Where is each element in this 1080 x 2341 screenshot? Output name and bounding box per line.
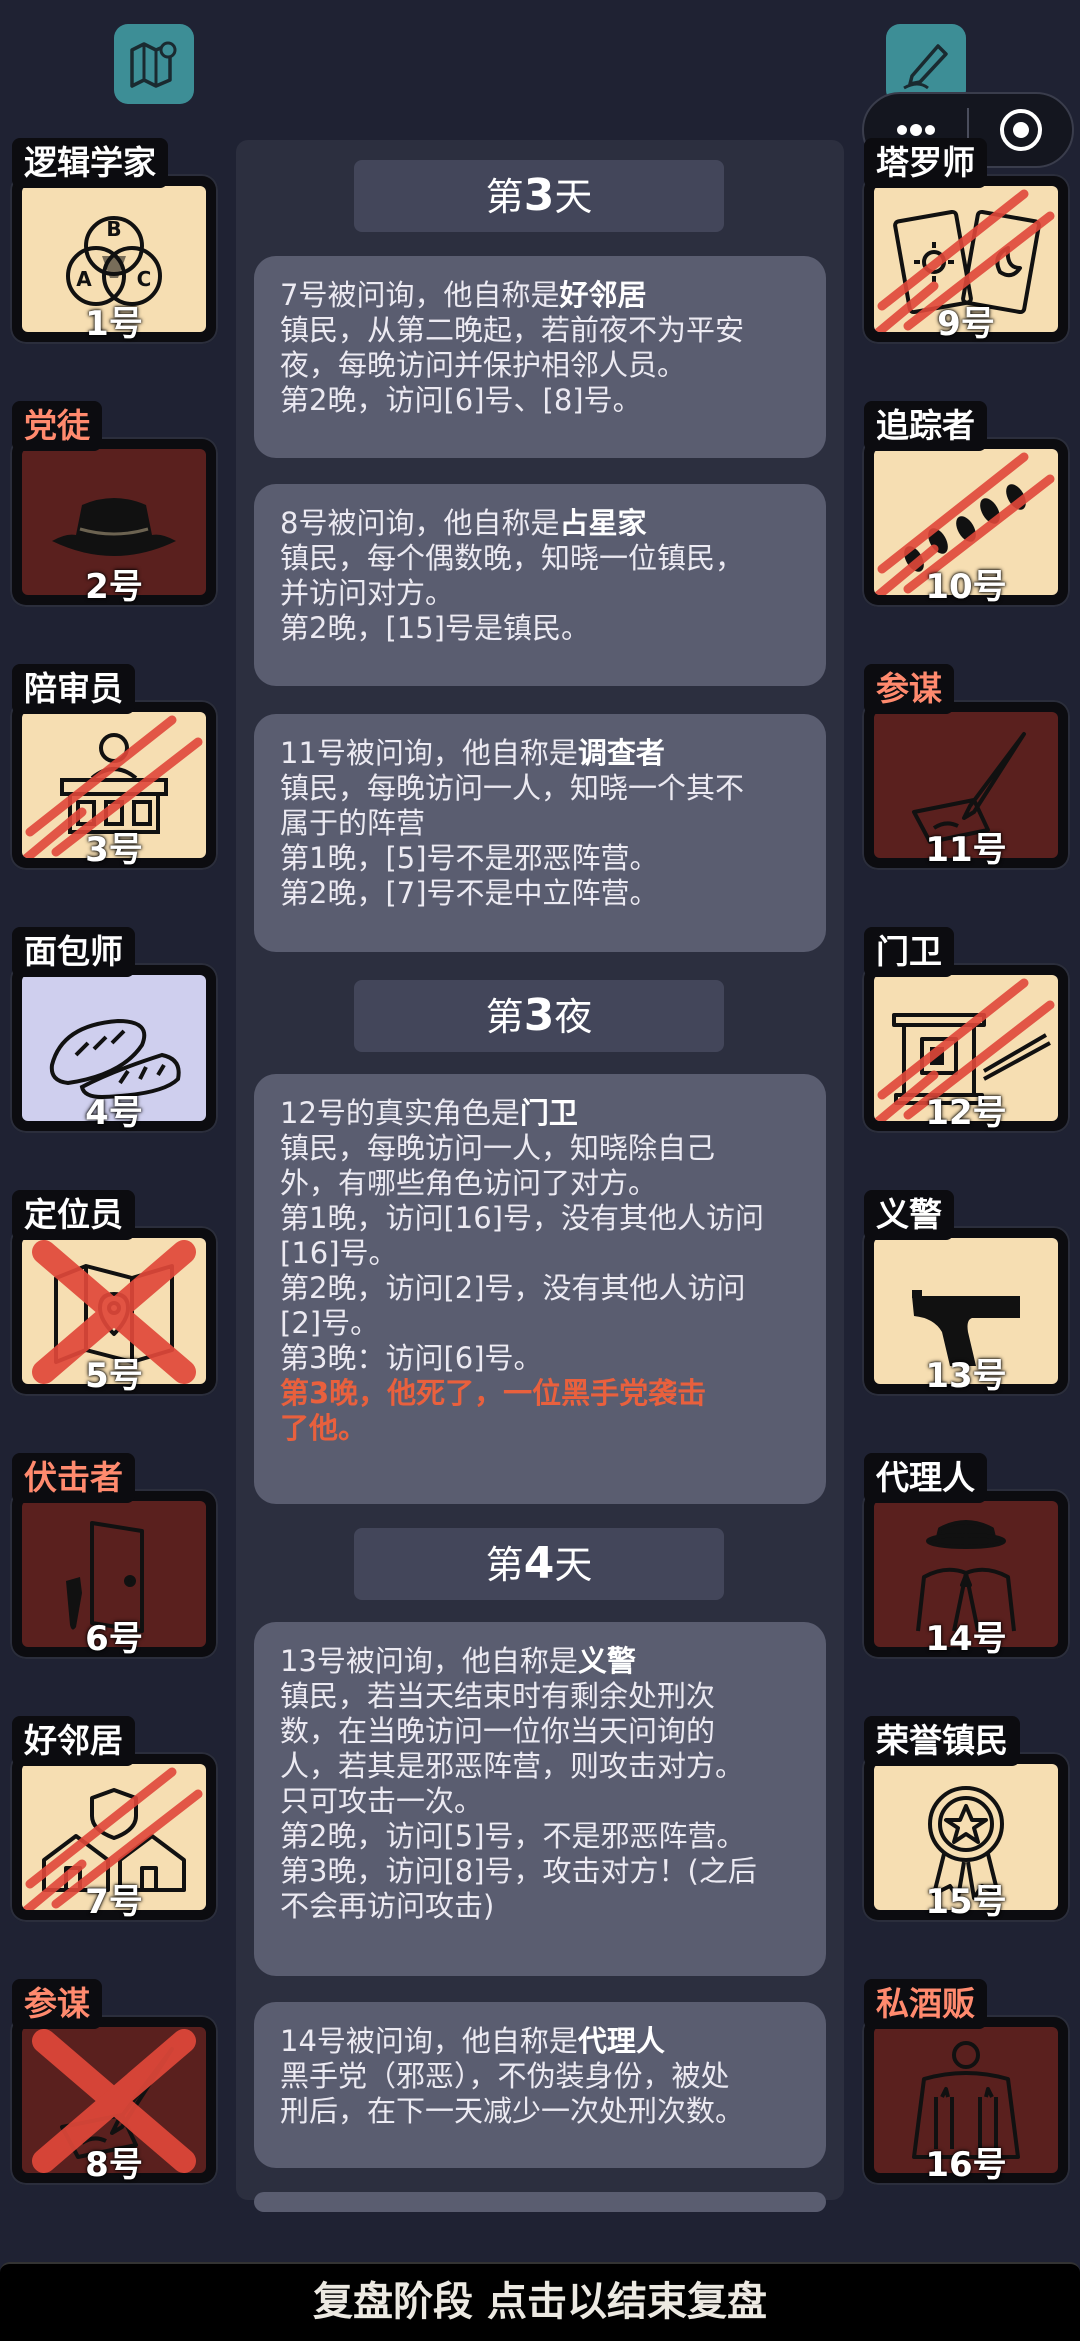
player-number-label: 6号 — [85, 1619, 143, 1659]
svg-text:A: A — [76, 267, 92, 291]
more-dots-icon — [896, 124, 935, 136]
player-card-2号[interactable]: 党徒 2号 — [10, 401, 218, 613]
role-name-label: 荣誉镇民 — [864, 1716, 1020, 1766]
player-number-label: 15号 — [925, 1882, 1007, 1922]
feed-message: 13号被问询，他自称是义警 镇民，若当天结束时有剩余处刑次 数，在当晚访问一位你… — [254, 1622, 826, 1976]
player-card-16号[interactable]: 私酒贩 16号 — [862, 1979, 1070, 2191]
player-number-label: 9号 — [937, 304, 995, 344]
role-name-label: 追踪者 — [864, 401, 987, 451]
feed-message: 7号被问询，他自称是好邻居 镇民，从第二晚起，若前夜不为平安 夜，每晚访问并保护… — [254, 256, 826, 458]
role-name-label: 伏击者 — [12, 1453, 135, 1503]
feed-message: 8号被问询，他自称是占星家 镇民，每个偶数晚，知晓一位镇民， 并访问对方。 第2… — [254, 484, 826, 686]
player-number-label: 12号 — [925, 1093, 1007, 1133]
role-name-label: 陪审员 — [12, 664, 135, 714]
player-card-9号[interactable]: 塔罗师 9号 — [862, 138, 1070, 350]
edit-pen-icon — [903, 44, 948, 90]
player-card-10号[interactable]: 追踪者 10号 — [862, 401, 1070, 613]
map-icon — [130, 41, 177, 88]
player-number-label: 4号 — [85, 1093, 143, 1133]
player-number-label: 7号 — [85, 1882, 143, 1922]
svg-text:B: B — [106, 217, 121, 241]
player-card-6号[interactable]: 伏击者 6号 — [10, 1453, 218, 1665]
player-card-11号[interactable]: 参谋 11号 — [862, 664, 1070, 876]
role-name-label: 私酒贩 — [864, 1979, 987, 2029]
player-card-14号[interactable]: 代理人 14号 — [862, 1453, 1070, 1665]
player-card-12号[interactable]: 门卫 12号 — [862, 927, 1070, 1139]
player-number-label: 13号 — [925, 1356, 1007, 1396]
player-card-15号[interactable]: 荣誉镇民 15号 — [862, 1716, 1070, 1928]
player-card-4号[interactable]: 面包师 4号 — [10, 927, 218, 1139]
player-number-label: 1号 — [85, 304, 143, 344]
player-number-label: 3号 — [85, 830, 143, 870]
day-3-header: 第3天 — [354, 160, 724, 232]
feed-message: 14号被问询，他自称是代理人 黑手党（邪恶），不伪装身份，被处 刑后，在下一天减… — [254, 2002, 826, 2168]
role-name-label: 好邻居 — [12, 1716, 135, 1766]
role-name-label: 参谋 — [864, 664, 954, 714]
feed-message-partial — [254, 2192, 826, 2212]
role-name-label: 参谋 — [12, 1979, 102, 2029]
player-card-13号[interactable]: 义警 13号 — [862, 1190, 1070, 1402]
player-number-label: 11号 — [925, 830, 1007, 870]
day-4-header: 第4天 — [354, 1528, 724, 1600]
player-number-label: 14号 — [925, 1619, 1007, 1659]
player-number-label: 8号 — [85, 2145, 143, 2185]
role-name-label: 门卫 — [864, 927, 954, 977]
death-notice: 第3晚，他死了，一位黑手党袭击 — [280, 1376, 707, 1410]
death-notice: 了他。 — [280, 1411, 368, 1445]
role-name-label: 代理人 — [864, 1453, 987, 1503]
role-name-label: 面包师 — [12, 927, 135, 977]
player-card-1号[interactable]: B A C 逻辑学家 1号 — [10, 138, 218, 350]
player-number-label: 5号 — [85, 1356, 143, 1396]
feed-message: 12号的真实角色是门卫 镇民，每晚访问一人，知晓除自己 外，有哪些角色访问了对方… — [254, 1074, 826, 1504]
role-name-label: 塔罗师 — [864, 138, 987, 188]
role-name-label: 逻辑学家 — [12, 138, 168, 188]
player-card-7号[interactable]: 好邻居 7号 — [10, 1716, 218, 1928]
player-card-8号[interactable]: 参谋 8号 — [10, 1979, 218, 2191]
player-number-label: 10号 — [925, 567, 1007, 607]
player-number-label: 2号 — [85, 567, 143, 607]
night-3-header: 第3夜 — [354, 980, 724, 1052]
end-review-button[interactable]: 复盘阶段 点击以结束复盘 — [0, 2262, 1080, 2341]
map-button[interactable] — [114, 24, 194, 104]
player-card-3号[interactable]: 陪审员 3号 — [10, 664, 218, 876]
feed-message: 11号被问询，他自称是调查者 镇民，每晚访问一人，知晓一个其不 属于的阵营 第1… — [254, 714, 826, 952]
svg-text:C: C — [137, 267, 152, 291]
player-number-label: 16号 — [925, 2145, 1007, 2185]
role-name-label: 义警 — [864, 1190, 954, 1240]
role-name-label: 定位员 — [12, 1190, 135, 1240]
role-name-label: 党徒 — [12, 401, 102, 451]
player-card-5号[interactable]: 定位员 5号 — [10, 1190, 218, 1402]
